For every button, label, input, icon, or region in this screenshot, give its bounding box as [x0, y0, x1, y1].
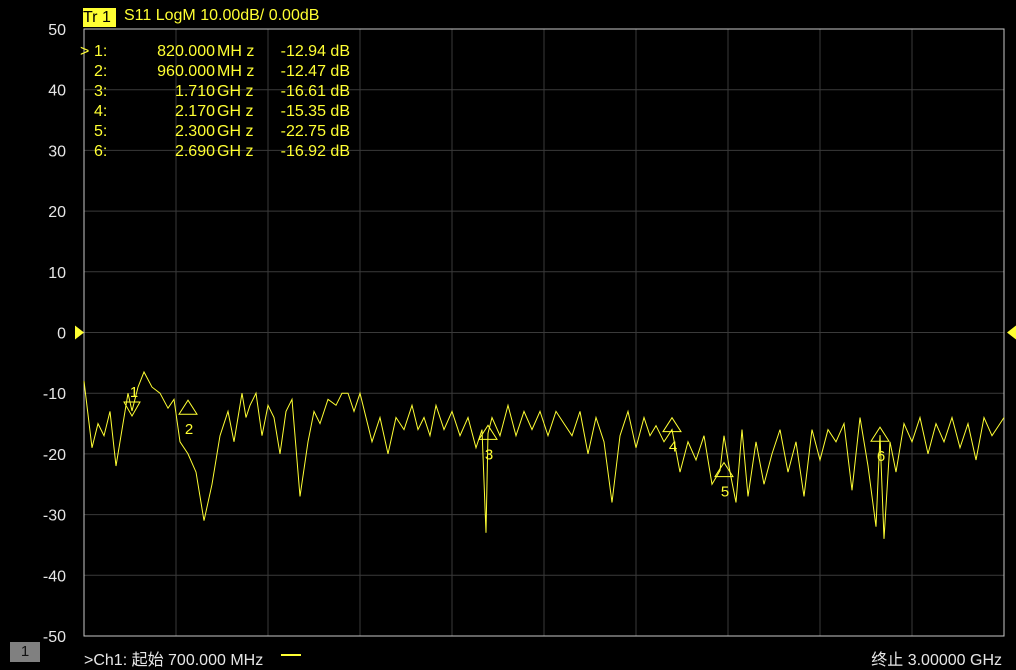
marker-triangle	[178, 399, 198, 415]
marker-value: -12.94 dB	[280, 43, 350, 60]
marker-frequency: 1.710	[174, 83, 215, 100]
marker-4: 4	[662, 416, 682, 456]
marker-frequency: 960.000	[157, 63, 215, 80]
marker-frequency: 2.690	[174, 143, 215, 160]
y-tick-label: 50	[48, 22, 66, 39]
y-tick-label: -20	[43, 447, 66, 464]
marker-value: -12.47 dB	[280, 63, 350, 80]
trace-badge-label: Tr 1	[83, 9, 111, 26]
marker-value: -22.75 dB	[280, 123, 350, 140]
marker-value: -15.35 dB	[280, 103, 350, 120]
marker-label: 4	[669, 439, 677, 456]
y-tick-label: 40	[48, 83, 66, 100]
y-tick-label: 20	[48, 204, 66, 221]
y-tick-label: 0	[57, 326, 66, 343]
reference-arrow-right	[1007, 325, 1016, 340]
marker-frequency: 2.300	[174, 123, 215, 140]
y-tick-labels: 50 40 30 20 10 0 -10 -20 -30 -40 -50	[43, 22, 66, 646]
marker-value: -16.92 dB	[280, 143, 350, 160]
marker-label: 6	[877, 448, 885, 465]
marker-value: -16.61 dB	[280, 83, 350, 100]
active-marker-indicator: >	[80, 43, 90, 60]
stop-frequency-label[interactable]: 终止 3.00000 GHz	[871, 646, 1002, 670]
marker-label: 5	[721, 484, 729, 501]
marker-frequency: 820.000	[157, 43, 215, 60]
y-tick-label: -10	[43, 386, 66, 403]
marker-frequency: 2.170	[174, 103, 215, 120]
marker-2: 2	[178, 399, 198, 438]
marker-label: 3	[485, 446, 493, 463]
y-tick-label: -30	[43, 508, 66, 525]
reference-arrow-left	[75, 325, 84, 340]
marker-label: 1	[130, 384, 138, 401]
y-tick-label: -40	[43, 568, 66, 585]
marker-5: 5	[714, 461, 734, 501]
trace-color-swatch	[281, 654, 301, 656]
y-tick-label: 10	[48, 265, 66, 282]
trace-badge[interactable]: Tr 1	[83, 8, 116, 27]
trace-title[interactable]: S11 LogM 10.00dB/ 0.00dB	[124, 7, 319, 25]
y-tick-label: -50	[43, 629, 66, 646]
channel-number-badge[interactable]: 1	[10, 642, 40, 662]
y-tick-label: 30	[48, 143, 66, 160]
marker-label: 2	[185, 421, 193, 438]
start-frequency-label[interactable]: >Ch1: 起始 700.000 MHz	[84, 646, 263, 670]
marker-layer: 1 2 3 4 5 6	[123, 384, 890, 501]
